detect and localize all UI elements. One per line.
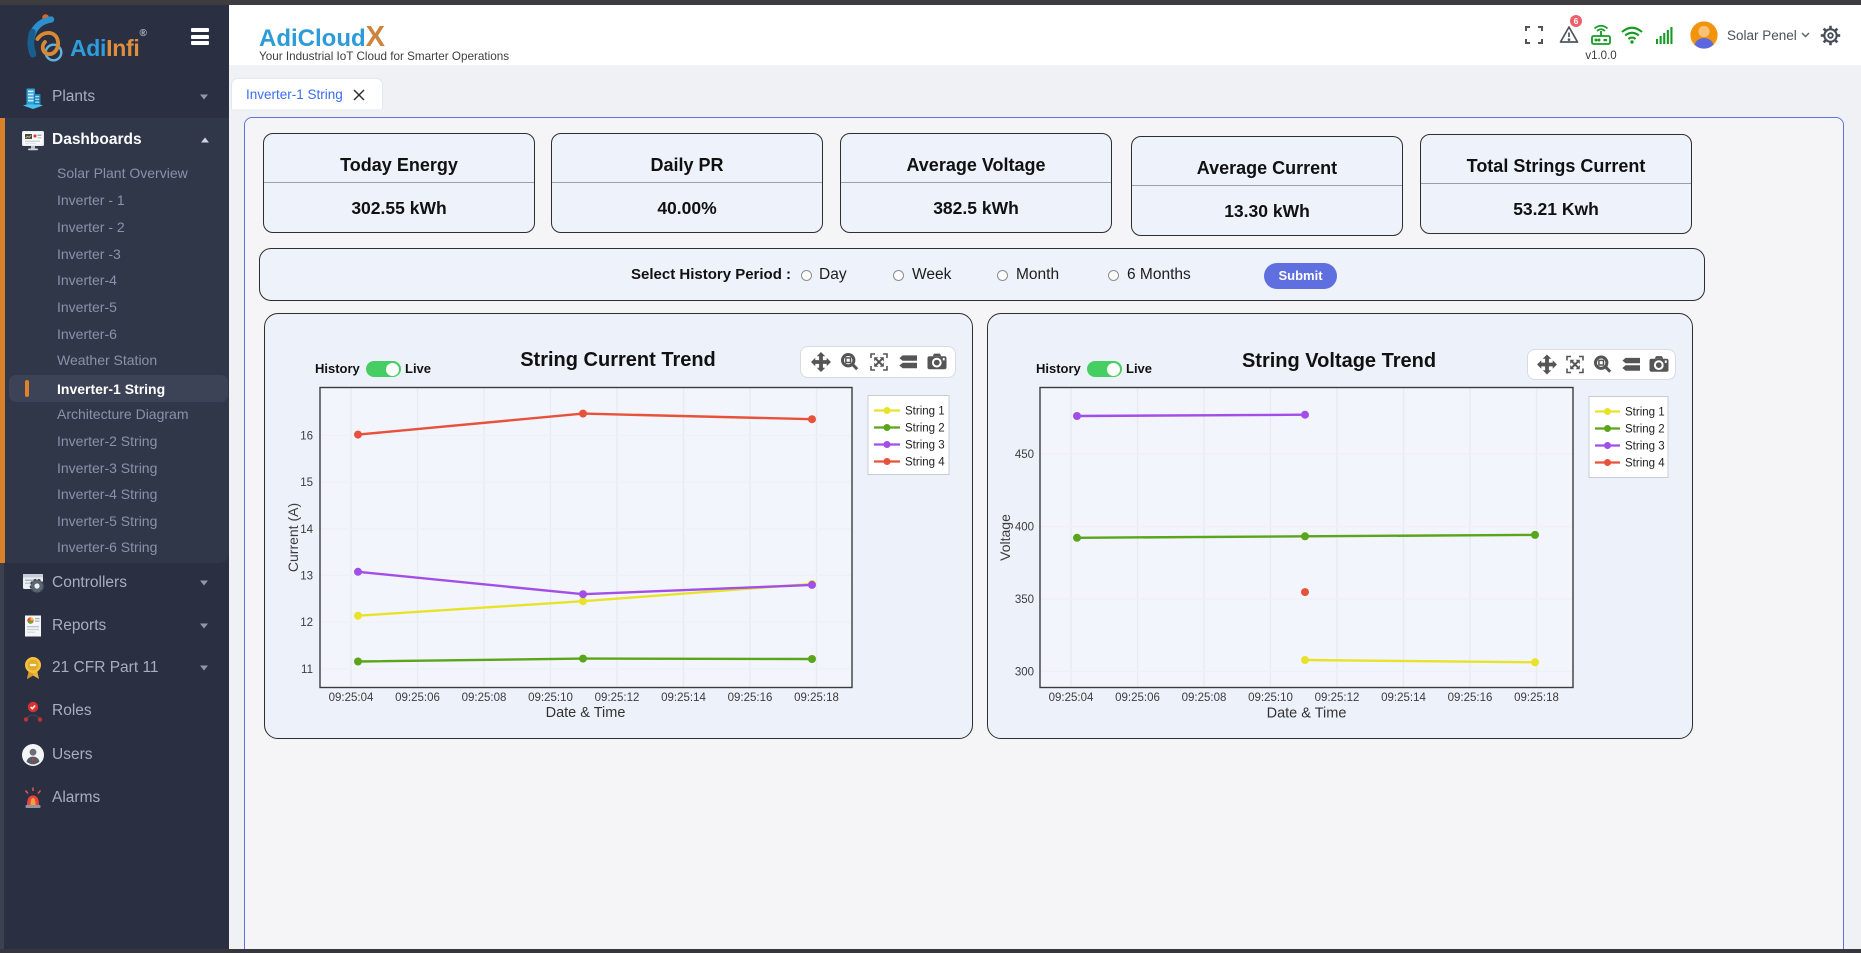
svg-text:350: 350 bbox=[1015, 594, 1034, 606]
svg-text:16: 16 bbox=[300, 430, 313, 442]
svg-text:09:25:18: 09:25:18 bbox=[1514, 692, 1559, 704]
svg-text:09:25:08: 09:25:08 bbox=[1182, 692, 1227, 704]
svg-text:09:25:16: 09:25:16 bbox=[728, 692, 773, 704]
svg-text:String 3: String 3 bbox=[905, 440, 945, 452]
svg-text:String 4: String 4 bbox=[905, 457, 945, 469]
svg-text:09:25:12: 09:25:12 bbox=[1315, 692, 1360, 704]
svg-text:09:25:10: 09:25:10 bbox=[528, 692, 573, 704]
svg-text:450: 450 bbox=[1015, 449, 1034, 461]
svg-text:400: 400 bbox=[1015, 522, 1034, 534]
svg-text:15: 15 bbox=[300, 477, 313, 489]
svg-text:String 3: String 3 bbox=[1625, 441, 1665, 453]
svg-text:14: 14 bbox=[300, 524, 313, 536]
svg-text:12: 12 bbox=[300, 617, 313, 629]
svg-text:Date & Time: Date & Time bbox=[1267, 706, 1347, 722]
svg-text:String 1: String 1 bbox=[905, 406, 945, 418]
svg-text:09:25:04: 09:25:04 bbox=[1049, 692, 1094, 704]
svg-text:13: 13 bbox=[300, 571, 313, 583]
svg-text:09:25:16: 09:25:16 bbox=[1448, 692, 1493, 704]
svg-text:String 1: String 1 bbox=[1625, 407, 1665, 419]
svg-text:09:25:14: 09:25:14 bbox=[661, 692, 706, 704]
svg-text:09:25:12: 09:25:12 bbox=[595, 692, 640, 704]
svg-text:Voltage: Voltage bbox=[997, 514, 1013, 561]
svg-text:09:25:10: 09:25:10 bbox=[1248, 692, 1293, 704]
svg-text:09:25:06: 09:25:06 bbox=[1115, 692, 1160, 704]
svg-text:09:25:18: 09:25:18 bbox=[794, 692, 839, 704]
svg-text:09:25:06: 09:25:06 bbox=[395, 692, 440, 704]
svg-text:09:25:04: 09:25:04 bbox=[329, 692, 374, 704]
svg-text:09:25:08: 09:25:08 bbox=[462, 692, 507, 704]
svg-text:Current (A): Current (A) bbox=[285, 503, 301, 572]
svg-text:String 2: String 2 bbox=[905, 423, 945, 435]
svg-text:String 4: String 4 bbox=[1625, 458, 1665, 470]
svg-text:Date & Time: Date & Time bbox=[546, 705, 626, 721]
svg-text:11: 11 bbox=[301, 664, 313, 676]
svg-text:String 2: String 2 bbox=[1625, 424, 1665, 436]
svg-text:300: 300 bbox=[1015, 667, 1034, 679]
svg-text:09:25:14: 09:25:14 bbox=[1381, 692, 1426, 704]
